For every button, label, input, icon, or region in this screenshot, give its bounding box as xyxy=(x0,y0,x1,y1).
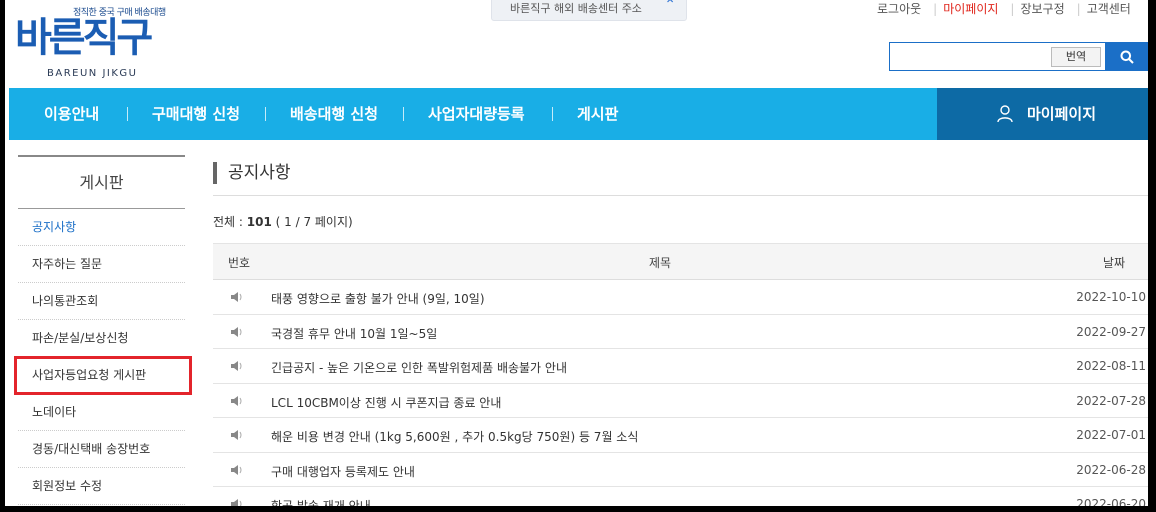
notice-date: 2022-09-27 xyxy=(1076,324,1146,339)
logo-text: 바른직구 xyxy=(15,15,153,61)
post-count-total: 101 xyxy=(246,215,272,229)
nav-board[interactable]: 게시판 xyxy=(577,88,618,140)
page-title: 공지사항 xyxy=(213,162,291,184)
table-header: 번호 제목 날짜 xyxy=(213,243,1148,280)
speaker-icon xyxy=(230,395,244,410)
site-logo[interactable]: 정직한 중국 구매 배송대행 바른직구 BAREUN JIKGU xyxy=(15,2,185,82)
notice-date: 2022-08-11 xyxy=(1076,359,1146,373)
speaker-icon xyxy=(230,326,244,341)
nav-purchase-request[interactable]: 구매대행 신청 xyxy=(152,88,240,140)
mypage-link[interactable]: 마이페이지 xyxy=(943,2,998,16)
notice-title-link[interactable]: 국경절 휴무 안내 10월 1일~5일 xyxy=(271,325,437,342)
notice-date: 2022-06-20 xyxy=(1076,497,1146,506)
search-button[interactable] xyxy=(1106,42,1148,71)
speaker-icon xyxy=(230,464,244,479)
search-input[interactable] xyxy=(894,47,1044,66)
browser-viewport: 정직한 중국 구매 배송대행 바른직구 BAREUN JIKGU 바른직구 해외… xyxy=(5,0,1148,506)
table-row[interactable]: 국경절 휴무 안내 10월 1일~5일 2022-09-27 xyxy=(213,315,1148,349)
sidebar-item-customs-lookup[interactable]: 나의통관조회 xyxy=(18,283,185,320)
table-row[interactable]: 긴급공지 - 높은 기온으로 인한 폭발위험제품 배송불가 안내 2022-08-… xyxy=(213,349,1148,384)
mypage-label: 마이페이지 xyxy=(1027,105,1097,123)
logo-subtitle: BAREUN JIKGU xyxy=(47,68,138,79)
table-row[interactable]: 해운 비용 변경 안내 (1kg 5,600원 , 추가 0.5kg당 750원… xyxy=(213,418,1148,453)
post-count: 전체 : 101 ( 1 / 7 페이지) xyxy=(213,215,353,229)
table-row[interactable]: LCL 10CBM이상 진행 시 쿠폰지급 종료 안내 2022-07-28 xyxy=(213,384,1148,418)
sidebar-item-edit-profile[interactable]: 회원정보 수정 xyxy=(18,468,185,505)
search-box: 번역 xyxy=(889,42,1106,71)
column-header-date: 날짜 xyxy=(1102,256,1125,270)
mypage-button[interactable]: 마이페이지 xyxy=(937,88,1148,140)
speaker-icon xyxy=(230,498,244,506)
address-notice-banner[interactable]: 바른직구 해외 배송센터 주소 ⌃ xyxy=(491,0,687,21)
notice-title-link[interactable]: 태풍 영향으로 출항 불가 안내 (9일, 10일) xyxy=(271,290,485,307)
notice-table: 번호 제목 날짜 태풍 영향으로 출항 불가 안내 (9일, 10일) 2022-… xyxy=(213,243,1148,506)
title-divider xyxy=(213,195,1148,196)
speaker-icon xyxy=(230,360,244,375)
notice-date: 2022-07-28 xyxy=(1076,393,1146,408)
notice-title-link[interactable]: 긴급공지 - 높은 기온으로 인한 폭발위험제품 배송불가 안내 xyxy=(271,359,567,376)
nav-usage-guide[interactable]: 이용안내 xyxy=(44,88,99,140)
support-link[interactable]: 고객센터 xyxy=(1087,2,1131,16)
sidebar-item-business-upgrade[interactable]: 사업자등업요청 게시판 xyxy=(14,356,192,395)
column-header-number: 번호 xyxy=(228,256,251,270)
notice-text: 바른직구 해외 배송센터 주소 xyxy=(510,2,642,15)
sidebar-item-faq[interactable]: 자주하는 질문 xyxy=(18,246,185,283)
nav-shipping-request[interactable]: 배송대행 신청 xyxy=(290,88,378,140)
board-sidebar: 게시판 공지사항 자주하는 질문 나의통관조회 파손/분실/보상신청 사업자등업… xyxy=(14,155,192,505)
sidebar-title: 게시판 xyxy=(18,155,185,209)
notice-date: 2022-07-01 xyxy=(1076,428,1146,442)
notice-title-link[interactable]: 항공 발송 재개 안내 xyxy=(271,497,371,506)
translate-button[interactable]: 번역 xyxy=(1051,47,1101,67)
search-icon xyxy=(1120,50,1134,64)
table-row[interactable]: 항공 발송 재개 안내 2022-06-20 xyxy=(213,487,1148,506)
notice-date: 2022-06-28 xyxy=(1076,462,1146,477)
sidebar-item-no-data[interactable]: 노데이타 xyxy=(18,394,185,431)
chevron-up-icon[interactable]: ⌃ xyxy=(664,0,676,13)
speaker-icon xyxy=(230,291,244,306)
notice-title-link[interactable]: LCL 10CBM이상 진행 시 쿠폰지급 종료 안내 xyxy=(271,394,501,411)
logout-link[interactable]: 로그아웃 xyxy=(877,2,921,16)
sidebar-item-notice[interactable]: 공지사항 xyxy=(18,209,185,246)
sidebar-item-tracking-number[interactable]: 경동/대신택배 송장번호 xyxy=(18,431,185,468)
notice-date: 2022-10-10 xyxy=(1076,290,1146,304)
column-header-title: 제목 xyxy=(649,256,672,270)
notice-title-link[interactable]: 구매 대행업자 등록제도 안내 xyxy=(271,463,415,480)
table-row[interactable]: 태풍 영향으로 출항 불가 안내 (9일, 10일) 2022-10-10 xyxy=(213,280,1148,315)
cart-link[interactable]: 장보구정 xyxy=(1020,2,1064,16)
table-row[interactable]: 구매 대행업자 등록제도 안내 2022-06-28 xyxy=(213,453,1148,487)
user-icon xyxy=(997,105,1013,123)
sidebar-item-damage-claim[interactable]: 파손/분실/보상신청 xyxy=(18,320,185,357)
notice-title-link[interactable]: 해운 비용 변경 안내 (1kg 5,600원 , 추가 0.5kg당 750원… xyxy=(271,428,638,445)
nav-business-registration[interactable]: 사업자대량등록 xyxy=(428,88,525,140)
speaker-icon xyxy=(230,429,244,444)
top-utility-links: 로그아웃 | 마이페이지 | 장보구정 | 고객센터 xyxy=(877,2,1131,16)
